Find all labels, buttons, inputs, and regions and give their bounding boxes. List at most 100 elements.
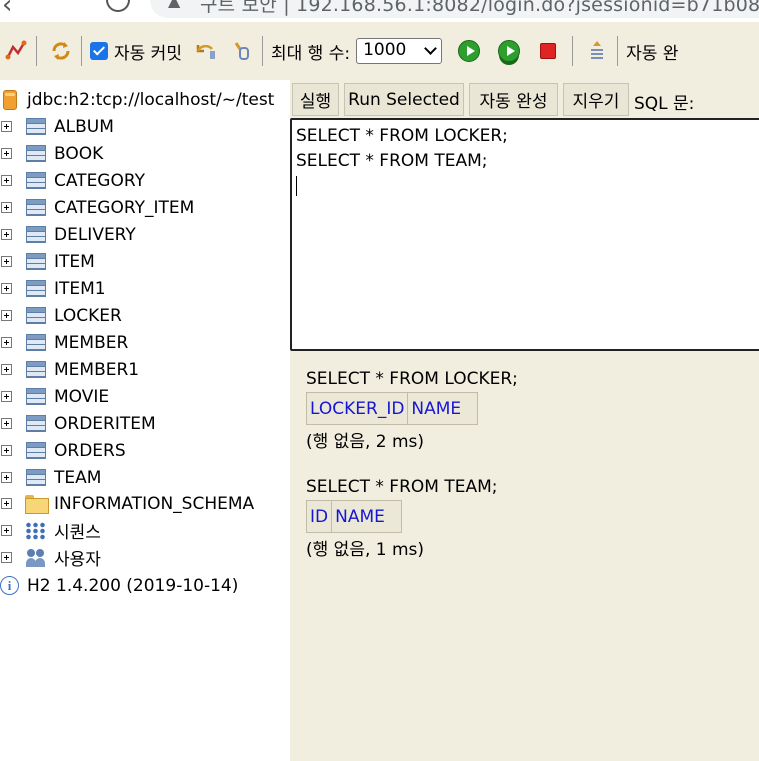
table-icon [26, 307, 46, 324]
table-icon [26, 469, 46, 486]
schema-name: INFORMATION_SCHEMA [54, 493, 255, 514]
expand-icon[interactable] [1, 229, 12, 240]
result-table: ID NAME [305, 500, 403, 533]
sequences-label: 시퀀스 [54, 523, 101, 543]
auto-complete-button[interactable]: 자동 완성 [469, 83, 558, 116]
toolbar-separator [572, 36, 574, 66]
max-rows-value: 1000 [363, 40, 407, 60]
result-note: (행 없음, 2 ms) [306, 432, 425, 452]
expand-icon[interactable] [1, 418, 12, 429]
auto-commit-checkbox[interactable] [90, 42, 108, 60]
run-selected-button[interactable]: Run Selected [344, 83, 464, 116]
result-statement: SELECT * FROM TEAM; [306, 477, 498, 497]
reload-icon[interactable] [106, 0, 130, 12]
table-name: MOVIE [54, 386, 110, 407]
result-block: SELECT * FROM TEAM; ID NAME (행 없음, 1 ms) [305, 477, 498, 560]
chevron-down-icon [424, 42, 437, 55]
table-row[interactable]: LOCKER [0, 302, 122, 329]
table-row[interactable]: CATEGORY [0, 167, 145, 194]
table-icon [26, 145, 46, 162]
warning-icon[interactable]: ▲ [168, 0, 180, 10]
run-selected-icon[interactable] [498, 40, 521, 62]
expand-icon[interactable] [1, 283, 12, 294]
info-icon: i [0, 576, 19, 595]
column-header[interactable]: LOCKER_ID [305, 392, 409, 425]
table-row[interactable]: MOVIE [0, 383, 109, 410]
expand-icon[interactable] [1, 445, 12, 456]
tree-sequences[interactable]: 시퀀스 [0, 517, 101, 544]
table-icon [26, 388, 46, 405]
table-icon [26, 172, 46, 189]
expand-icon[interactable] [1, 498, 12, 509]
toolbar-separator [617, 36, 619, 66]
table-name: ITEM1 [54, 278, 106, 299]
run-button[interactable]: 실행 [292, 83, 339, 116]
table-row[interactable]: CATEGORY_ITEM [0, 194, 194, 221]
table-row[interactable]: BOOK [0, 140, 103, 167]
table-icon [26, 280, 46, 297]
stop-icon[interactable] [540, 43, 557, 59]
column-header[interactable]: NAME [331, 500, 403, 533]
result-note: (행 없음, 1 ms) [306, 540, 425, 560]
text-caret [296, 176, 297, 196]
table-icon [26, 361, 46, 378]
table-row[interactable]: MEMBER [0, 329, 128, 356]
expand-icon[interactable] [1, 175, 12, 186]
table-icon [26, 226, 46, 243]
expand-icon[interactable] [1, 310, 12, 321]
table-name: DELIVERY [54, 224, 136, 245]
table-row[interactable]: TEAM [0, 464, 101, 491]
table-row[interactable]: ITEM [0, 248, 95, 275]
table-name: ORDERITEM [54, 413, 156, 434]
expand-icon[interactable] [1, 391, 12, 402]
users-label: 사용자 [54, 550, 101, 570]
table-name: ORDERS [54, 440, 126, 461]
disconnect-icon[interactable] [4, 39, 28, 63]
expand-icon[interactable] [1, 121, 12, 132]
table-name: ALBUM [54, 116, 114, 137]
expand-icon[interactable] [1, 364, 12, 375]
clear-button[interactable]: 지우기 [563, 83, 629, 116]
result-statement: SELECT * FROM LOCKER; [306, 369, 518, 389]
column-header[interactable]: NAME [407, 392, 479, 425]
table-row[interactable]: ORDERS [0, 437, 126, 464]
result-table: LOCKER_ID NAME [305, 392, 479, 425]
tree-version: i H2 1.4.200 (2019-10-14) [0, 572, 238, 599]
result-block: SELECT * FROM LOCKER; LOCKER_ID NAME (행 … [305, 369, 518, 452]
back-arrow-icon[interactable]: ‹ [2, 0, 12, 20]
rollback-icon[interactable] [194, 39, 218, 63]
table-name: BOOK [54, 143, 104, 164]
expand-icon[interactable] [1, 525, 12, 536]
table-name: ITEM [54, 251, 95, 272]
tree-schema[interactable]: INFORMATION_SCHEMA [0, 490, 254, 517]
table-row[interactable]: ITEM1 [0, 275, 106, 302]
table-row[interactable]: ALBUM [0, 113, 114, 140]
commit-icon[interactable] [230, 39, 254, 63]
max-rows-select[interactable]: 1000 [356, 38, 443, 64]
expand-icon[interactable] [1, 337, 12, 348]
run-icon[interactable] [458, 40, 481, 62]
table-row[interactable]: MEMBER1 [0, 356, 139, 383]
history-icon[interactable] [585, 39, 609, 63]
table-row[interactable]: ORDERITEM [0, 410, 156, 437]
expand-icon[interactable] [1, 552, 12, 563]
url-text[interactable]: 구트 보안 | 192.168.56.1:8082/login.do?jsess… [200, 0, 759, 17]
version-label: H2 1.4.200 (2019-10-14) [27, 575, 239, 596]
sql-line: SELECT * FROM TEAM; [296, 151, 488, 171]
column-header[interactable]: ID [305, 500, 333, 533]
table-row[interactable]: DELIVERY [0, 221, 136, 248]
sql-line: SELECT * FROM LOCKER; [296, 126, 508, 146]
tree-users[interactable]: 사용자 [0, 544, 101, 571]
tree-connection[interactable]: jdbc:h2:tcp://localhost/~/test [0, 86, 274, 113]
sql-editor[interactable]: SELECT * FROM LOCKER; SELECT * FROM TEAM… [290, 118, 759, 351]
auto-complete-label: 자동 완 [626, 43, 679, 64]
expand-icon[interactable] [1, 256, 12, 267]
query-pane: 실행 Run Selected 자동 완성 지우기 SQL 문: SELECT … [290, 80, 759, 761]
table-icon [26, 334, 46, 351]
toolbar-separator [261, 36, 263, 66]
refresh-icon[interactable] [49, 39, 73, 63]
expand-icon[interactable] [1, 148, 12, 159]
toolbar: 자동 커밋 최대 행 수: 1000 자동 완 [0, 22, 759, 80]
expand-icon[interactable] [1, 202, 12, 213]
expand-icon[interactable] [1, 472, 12, 483]
